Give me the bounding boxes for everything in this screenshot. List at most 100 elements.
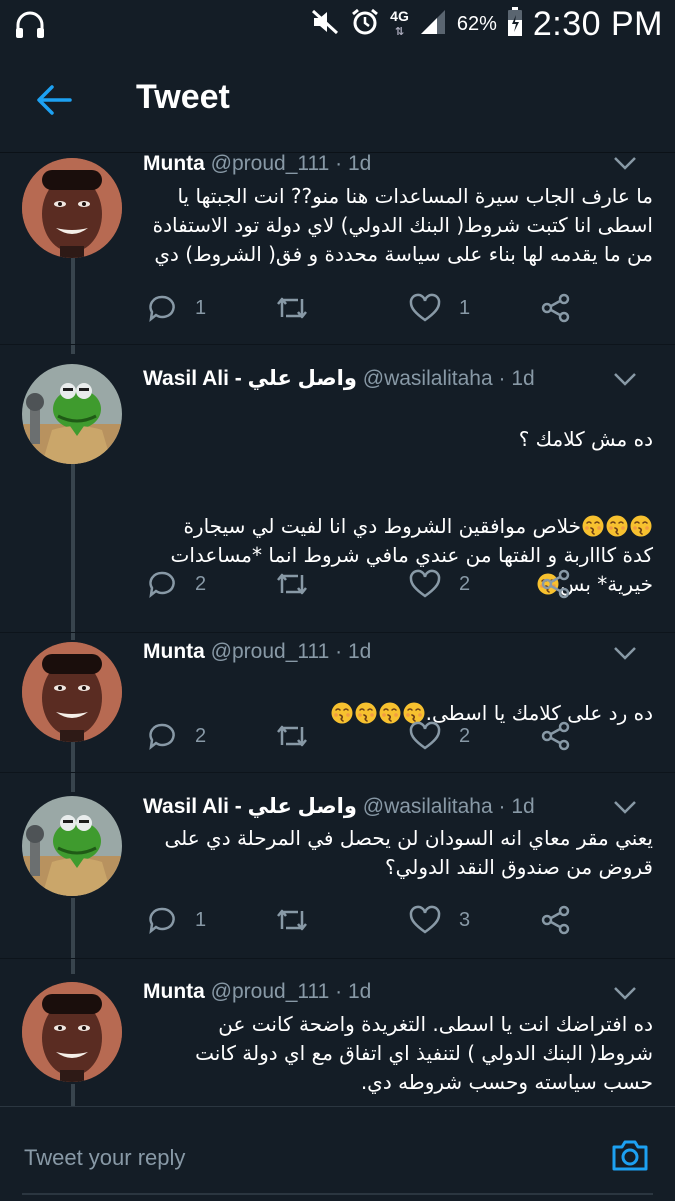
tweet-age: 1d (348, 980, 372, 1003)
tweet-age: 1d (348, 640, 372, 663)
retweet-icon (277, 573, 307, 595)
reply-button[interactable]: 2 (147, 718, 206, 754)
author-name[interactable]: Munta (143, 640, 205, 663)
headphones-icon (14, 10, 46, 45)
avatar[interactable] (22, 982, 122, 1082)
author-name[interactable]: Munta (143, 152, 205, 175)
author-handle[interactable]: @wasilalitaha (363, 367, 493, 390)
like-button[interactable]: 2 (409, 566, 470, 602)
retweet-button[interactable] (275, 290, 309, 326)
like-button[interactable]: 2 (409, 718, 470, 754)
reply-count: 2 (195, 724, 207, 747)
chevron-down-icon[interactable] (613, 646, 637, 660)
retweet-icon (277, 725, 307, 747)
author-name[interactable]: Wasil Ali - واصل علي (143, 795, 357, 818)
dot-separator: · (335, 980, 343, 1003)
like-button[interactable]: 3 (409, 902, 470, 938)
like-icon (409, 721, 441, 750)
reply-underline (22, 1193, 653, 1195)
tweet-text: ده افتراضك انت يا اسطى. التغريدة واضحة ك… (195, 1012, 653, 1094)
kissing-face-emoji (581, 514, 653, 538)
dot-separator: · (335, 152, 343, 175)
avatar[interactable] (22, 364, 122, 464)
like-button[interactable]: 1 (409, 290, 470, 326)
camera-icon[interactable] (610, 1135, 650, 1175)
chevron-down-icon[interactable] (613, 372, 637, 386)
back-arrow-icon[interactable] (34, 84, 74, 116)
tweet-actions: 2 2 (143, 566, 583, 602)
tweet-actions: 1 3 (143, 902, 583, 938)
tweet-meta: Wasil Ali - واصل علي @wasilalitaha · 1d (143, 366, 625, 394)
retweet-icon (277, 297, 307, 319)
author-handle[interactable]: @proud_111 (211, 640, 330, 663)
like-count: 2 (459, 724, 471, 747)
chevron-down-icon[interactable] (613, 986, 637, 1000)
conversation-feed[interactable]: Munta @proud_111 · 1d ما عارف الجاب سيرة… (0, 152, 675, 1106)
tweet[interactable]: Munta @proud_111 · 1d ما عارف الجاب سيرة… (0, 152, 675, 345)
share-button[interactable] (541, 290, 571, 326)
retweet-button[interactable] (275, 902, 309, 938)
retweet-button[interactable] (275, 718, 309, 754)
share-icon (541, 905, 570, 935)
reply-button[interactable]: 2 (147, 566, 206, 602)
tweet[interactable]: Munta @proud_111 · 1d ده افتراضك انت يا … (0, 958, 675, 1106)
reply-button[interactable]: 1 (147, 902, 206, 938)
author-name[interactable]: Wasil Ali - واصل علي (143, 367, 357, 390)
like-icon (409, 905, 441, 934)
tweet-text: ما عارف الجاب سيرة المساعدات هنا منو?? ا… (152, 184, 653, 266)
share-button[interactable] (541, 718, 571, 754)
tweet[interactable]: Wasil Ali - واصل علي @wasilalitaha · 1d … (0, 344, 675, 633)
app-header: Tweet (0, 48, 675, 153)
tweet-meta: Munta @proud_111 · 1d (143, 640, 625, 668)
signal-icon (419, 8, 447, 41)
like-icon (409, 293, 441, 322)
tweet-age: 1d (511, 367, 535, 390)
tweet[interactable]: Wasil Ali - واصل علي @wasilalitaha · 1d … (0, 772, 675, 959)
status-bar: 4G ⇅ 62% 2:30 PM (0, 0, 675, 48)
battery-icon (507, 6, 523, 42)
reply-composer (0, 1106, 675, 1201)
chevron-down-icon[interactable] (613, 800, 637, 814)
page-title: Tweet (136, 78, 230, 116)
reply-icon (149, 295, 175, 322)
like-count: 3 (459, 908, 471, 931)
tweet-age: 1d (348, 152, 372, 175)
tweet-text: يعني مقر معاي انه السودان لن يحصل في الم… (164, 826, 653, 879)
share-icon (541, 293, 570, 323)
tweet-meta: Wasil Ali - واصل علي @wasilalitaha · 1d (143, 794, 625, 822)
tweet-meta: Munta @proud_111 · 1d (143, 152, 625, 180)
author-handle[interactable]: @proud_111 (211, 980, 330, 1003)
avatar[interactable] (22, 796, 122, 896)
author-handle[interactable]: @wasilalitaha (363, 795, 493, 818)
share-button[interactable] (541, 566, 571, 602)
tweet-text-line: ده مش كلامك ؟ (518, 427, 653, 451)
battery-percent: 62% (456, 12, 497, 35)
share-button[interactable] (541, 902, 571, 938)
reply-button[interactable]: 1 (147, 290, 206, 326)
tweet[interactable]: Munta @proud_111 · 1d ده رد على كلامك يا… (0, 632, 675, 773)
avatar[interactable] (22, 158, 122, 258)
network-label: 4G (390, 8, 409, 24)
tweet-meta: Munta @proud_111 · 1d (143, 980, 625, 1008)
reply-icon (149, 571, 175, 598)
retweet-icon (277, 909, 307, 931)
like-icon (409, 569, 441, 598)
reply-input[interactable] (22, 1137, 586, 1179)
avatar[interactable] (22, 642, 122, 742)
mute-icon (310, 7, 340, 42)
tweet-actions: 1 1 (143, 290, 583, 326)
tweet-actions: 2 2 (143, 718, 583, 754)
reply-count: 1 (195, 908, 207, 931)
tweet-age: 1d (511, 795, 535, 818)
dot-separator: · (498, 795, 506, 818)
like-count: 2 (459, 572, 471, 595)
chevron-down-icon[interactable] (613, 156, 637, 170)
reply-icon (149, 907, 175, 934)
share-icon (541, 721, 570, 751)
retweet-button[interactable] (275, 566, 309, 602)
dot-separator: · (498, 367, 506, 390)
author-handle[interactable]: @proud_111 (211, 152, 330, 175)
reply-count: 2 (195, 572, 207, 595)
author-name[interactable]: Munta (143, 980, 205, 1003)
like-count: 1 (459, 296, 471, 319)
